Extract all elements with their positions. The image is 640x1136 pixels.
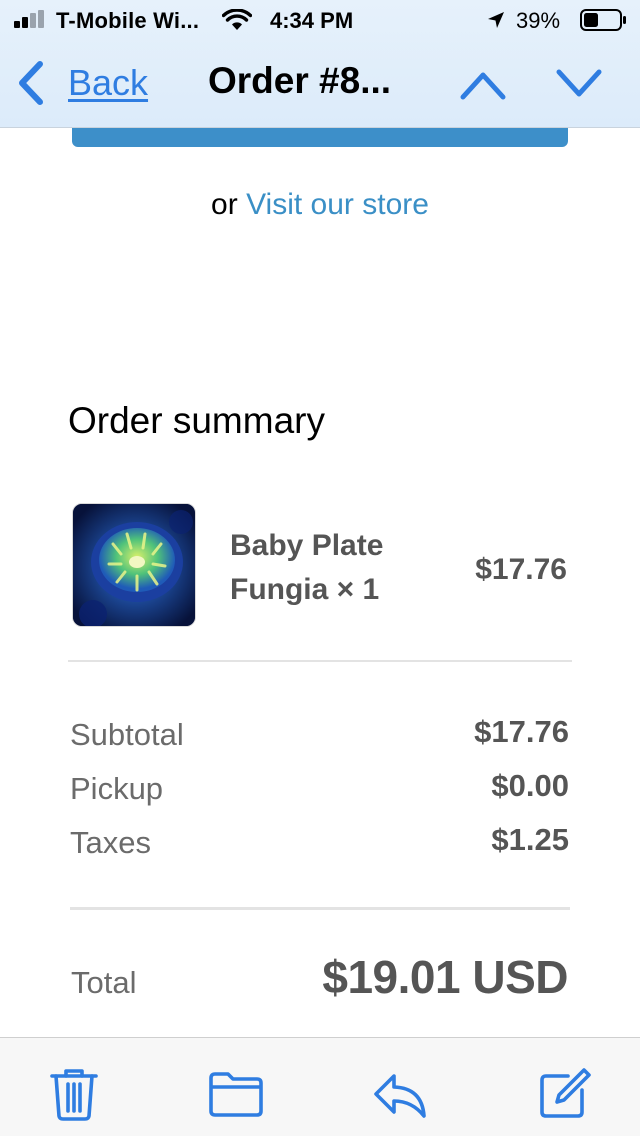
page-title: Order #8... <box>208 60 392 101</box>
trash-icon[interactable] <box>44 1066 104 1122</box>
pickup-value: $0.00 <box>491 768 569 803</box>
carrier-label: T-Mobile Wi... <box>56 8 200 33</box>
battery-icon <box>580 9 626 31</box>
status-bar: T-Mobile Wi... 4:34 PM 39% <box>0 0 640 40</box>
taxes-label: Taxes <box>70 825 151 860</box>
order-summary-heading: Order summary <box>68 400 325 441</box>
product-name: Baby Plate Fungia × 1 <box>230 529 384 606</box>
product-image <box>72 503 196 627</box>
subtotal-label: Subtotal <box>70 717 184 752</box>
folder-icon[interactable] <box>206 1066 266 1122</box>
subtotal-value: $17.76 <box>474 714 569 749</box>
total-label: Total <box>71 965 137 1000</box>
signal-icon <box>14 10 48 28</box>
location-arrow-icon <box>488 12 504 28</box>
chevron-left-icon[interactable] <box>16 60 46 106</box>
back-button[interactable]: Back <box>68 62 148 104</box>
visit-store-link[interactable]: Visit our store <box>246 188 429 221</box>
visit-store-row: or Visit our store <box>0 188 640 222</box>
or-label: or <box>211 188 238 221</box>
chevron-up-icon[interactable] <box>458 68 508 102</box>
divider <box>70 907 570 910</box>
total-value: $19.01 USD <box>322 951 568 1003</box>
divider <box>68 660 572 662</box>
product-price: $17.76 <box>475 553 567 586</box>
chevron-down-icon[interactable] <box>554 66 604 100</box>
pickup-label: Pickup <box>70 771 164 806</box>
top-bar: T-Mobile Wi... 4:34 PM 39% Back Order #8… <box>0 0 640 128</box>
battery-percent: 39% <box>516 8 561 33</box>
compose-icon[interactable] <box>534 1066 594 1122</box>
wifi-icon <box>222 9 252 30</box>
view-order-button[interactable] <box>72 128 568 147</box>
status-time: 4:34 PM <box>270 8 354 33</box>
reply-icon[interactable] <box>370 1066 430 1122</box>
taxes-value: $1.25 <box>491 822 569 857</box>
bottom-toolbar <box>0 1037 640 1136</box>
